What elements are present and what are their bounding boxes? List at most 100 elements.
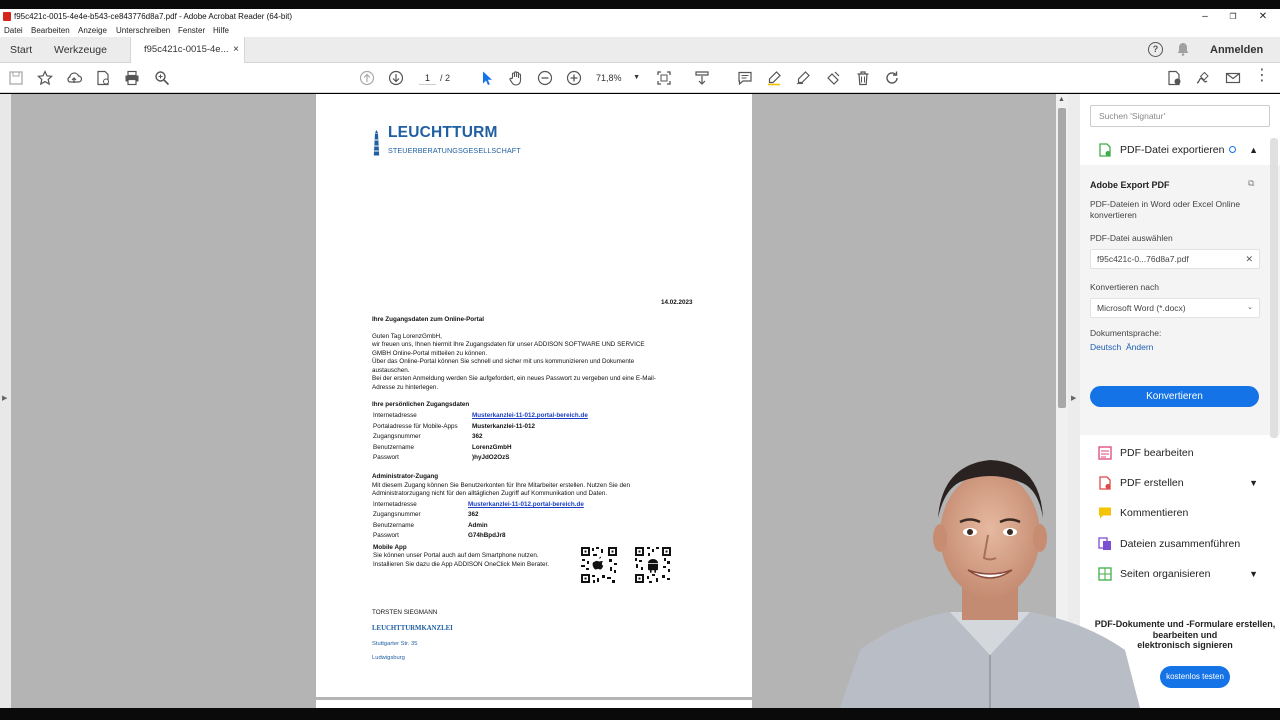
chevron-up-icon[interactable]: ▲ (1249, 138, 1258, 162)
personal-value: Musterkanzlei-11-012 (472, 423, 535, 430)
more-icon[interactable]: ⋮ (1253, 68, 1271, 87)
zoom-out-icon[interactable] (536, 69, 554, 87)
tab-werkzeuge[interactable]: Werkzeuge (54, 37, 107, 63)
menu-datei[interactable]: Datei (4, 24, 23, 37)
admin-heading: Administrator-Zugang (372, 473, 439, 480)
scrollbar-thumb[interactable] (1058, 108, 1066, 408)
tab-document[interactable]: f95c421c-0015-4e... × (130, 37, 245, 64)
login-button[interactable]: Anmelden (1210, 37, 1263, 63)
zoom-value: 71,8% (596, 73, 622, 83)
qr-code-android (634, 546, 672, 584)
mail-icon[interactable] (1224, 69, 1242, 87)
logo-subtitle: STEUERBERATUNGSGESELLSCHAFT (388, 146, 521, 155)
info-dot-icon (1229, 146, 1236, 153)
page-fit-icon[interactable] (655, 69, 673, 87)
personal-label: Internetadresse (373, 412, 417, 419)
export-pdf-icon (1099, 143, 1111, 157)
file-info-icon[interactable] (94, 69, 112, 87)
left-nav-strip[interactable]: ▶ (0, 94, 11, 708)
export-description: konvertieren (1090, 210, 1137, 220)
page-number-input[interactable]: 1 (419, 71, 436, 85)
copy-icon[interactable]: ⧉ (1248, 178, 1254, 189)
title-bar: f95c421c-0015-4e4e-b543-ce843776d8a7.pdf… (0, 9, 1280, 24)
personal-label: Benutzername (373, 444, 414, 451)
convert-button[interactable]: Konvertieren (1090, 386, 1259, 407)
close-window-button[interactable]: ✕ (1248, 9, 1278, 24)
zoom-in-icon[interactable] (565, 69, 583, 87)
print-icon[interactable] (123, 69, 141, 87)
chevron-down-icon: ⌄ (1247, 304, 1253, 311)
top-edge (0, 0, 1280, 9)
body-line: Adresse zu hinterlegen. (372, 384, 439, 391)
panel-scrollbar[interactable] (1270, 138, 1278, 438)
search-icon[interactable] (153, 69, 171, 87)
draw-icon[interactable] (794, 69, 812, 87)
collapse-right-icon[interactable]: ▶ (1071, 394, 1076, 402)
chevron-down-icon[interactable]: ▼ (1249, 562, 1258, 586)
zoom-select[interactable]: 71,8% ▼ (596, 71, 642, 85)
tab-document-label: f95c421c-0015-4e... (144, 44, 229, 55)
body-line: Über das Online-Portal können Sie schnel… (372, 358, 635, 365)
page-total: / 2 (440, 73, 451, 83)
personal-value: )hyJdO2OzS (472, 454, 510, 461)
export-description: PDF-Dateien in Word oder Excel Online (1090, 199, 1241, 209)
tab-start[interactable]: Start (10, 37, 32, 63)
maximize-button[interactable]: ❐ (1218, 9, 1248, 24)
bottom-edge (0, 708, 1280, 720)
change-language-link[interactable]: Ändern (1126, 342, 1153, 353)
selected-file-field[interactable]: f95c421c-0...76d8a7.pdf ✕ (1090, 249, 1260, 269)
mobile-text-line: Sie können unser Portal auch auf dem Sma… (373, 552, 539, 559)
menu-anzeige[interactable]: Anzeige (78, 24, 107, 37)
star-icon[interactable] (36, 69, 54, 87)
acrobat-pdf-icon (3, 12, 11, 21)
comment-icon[interactable] (736, 69, 754, 87)
bell-icon[interactable] (1177, 42, 1189, 59)
personal-url-link[interactable]: Musterkanzlei-11-012.portal-bereich.de (472, 412, 588, 420)
webcam-presenter (840, 460, 1140, 708)
try-free-button[interactable]: kostenlos testen (1160, 666, 1230, 688)
export-pdf-header[interactable]: PDF-Datei exportieren ▲ (1090, 138, 1270, 162)
admin-label: Benutzername (373, 522, 414, 529)
help-icon[interactable]: ? (1148, 42, 1163, 57)
expand-left-icon[interactable]: ▶ (2, 394, 7, 402)
menu-unterschreiben[interactable]: Unterschreiben (116, 24, 170, 37)
highlight-pen-icon[interactable] (765, 69, 783, 87)
menu-hilfe[interactable]: Hilfe (213, 24, 229, 37)
personal-value: 362 (472, 433, 483, 440)
save-icon[interactable] (7, 69, 25, 87)
language-value: Deutsch (1090, 342, 1122, 352)
menu-bearbeiten[interactable]: Bearbeiten (31, 24, 70, 37)
tools-search-input[interactable]: Suchen 'Signatur' (1090, 105, 1270, 127)
menu-fenster[interactable]: Fenster (178, 24, 205, 37)
chevron-down-icon[interactable]: ▼ (1249, 471, 1258, 495)
delete-icon[interactable] (854, 69, 872, 87)
signature-name: TORSTEN SIEGMANN (372, 609, 438, 616)
scroll-up-icon[interactable]: ▲ (1058, 96, 1065, 103)
fill-sign-icon[interactable] (824, 69, 842, 87)
admin-value: 362 (468, 511, 479, 518)
select-cursor-icon[interactable] (478, 69, 496, 87)
pdf-page-2-edge (316, 700, 752, 708)
rotate-icon[interactable] (883, 69, 901, 87)
export-file-icon[interactable] (1165, 69, 1183, 87)
admin-value: Admin (468, 522, 488, 529)
hand-tool-icon[interactable] (507, 69, 525, 87)
personal-label: Portaladresse für Mobile-Apps (373, 423, 458, 430)
scroll-mode-icon[interactable] (693, 69, 711, 87)
sign-icon[interactable] (1194, 69, 1212, 87)
prev-page-icon[interactable] (358, 69, 376, 87)
mobile-text-line: Installieren Sie dazu die App ADDISON On… (373, 561, 550, 568)
export-pdf-title: PDF-Datei exportieren (1120, 144, 1225, 156)
export-pdf-body: Adobe Export PDF ⧉ PDF-Dateien in Word o… (1080, 165, 1280, 435)
minimize-button[interactable]: – (1190, 9, 1220, 24)
tab-close-icon[interactable]: × (233, 37, 239, 63)
next-page-icon[interactable] (387, 69, 405, 87)
personal-value: LorenzGmbH (472, 444, 512, 451)
clear-file-icon[interactable]: ✕ (1245, 250, 1253, 268)
upload-cloud-icon[interactable] (65, 69, 83, 87)
letter-date: 14.02.2023 (661, 299, 693, 306)
admin-url-link[interactable]: Musterkanzlei-11-012.portal-bereich.de (468, 501, 584, 509)
convert-format-select[interactable]: Microsoft Word (*.docx) ⌄ (1090, 298, 1260, 318)
admin-text-line: Administratorzugang nicht für den alltäg… (372, 490, 608, 497)
admin-label: Zugangsnummer (373, 511, 421, 518)
